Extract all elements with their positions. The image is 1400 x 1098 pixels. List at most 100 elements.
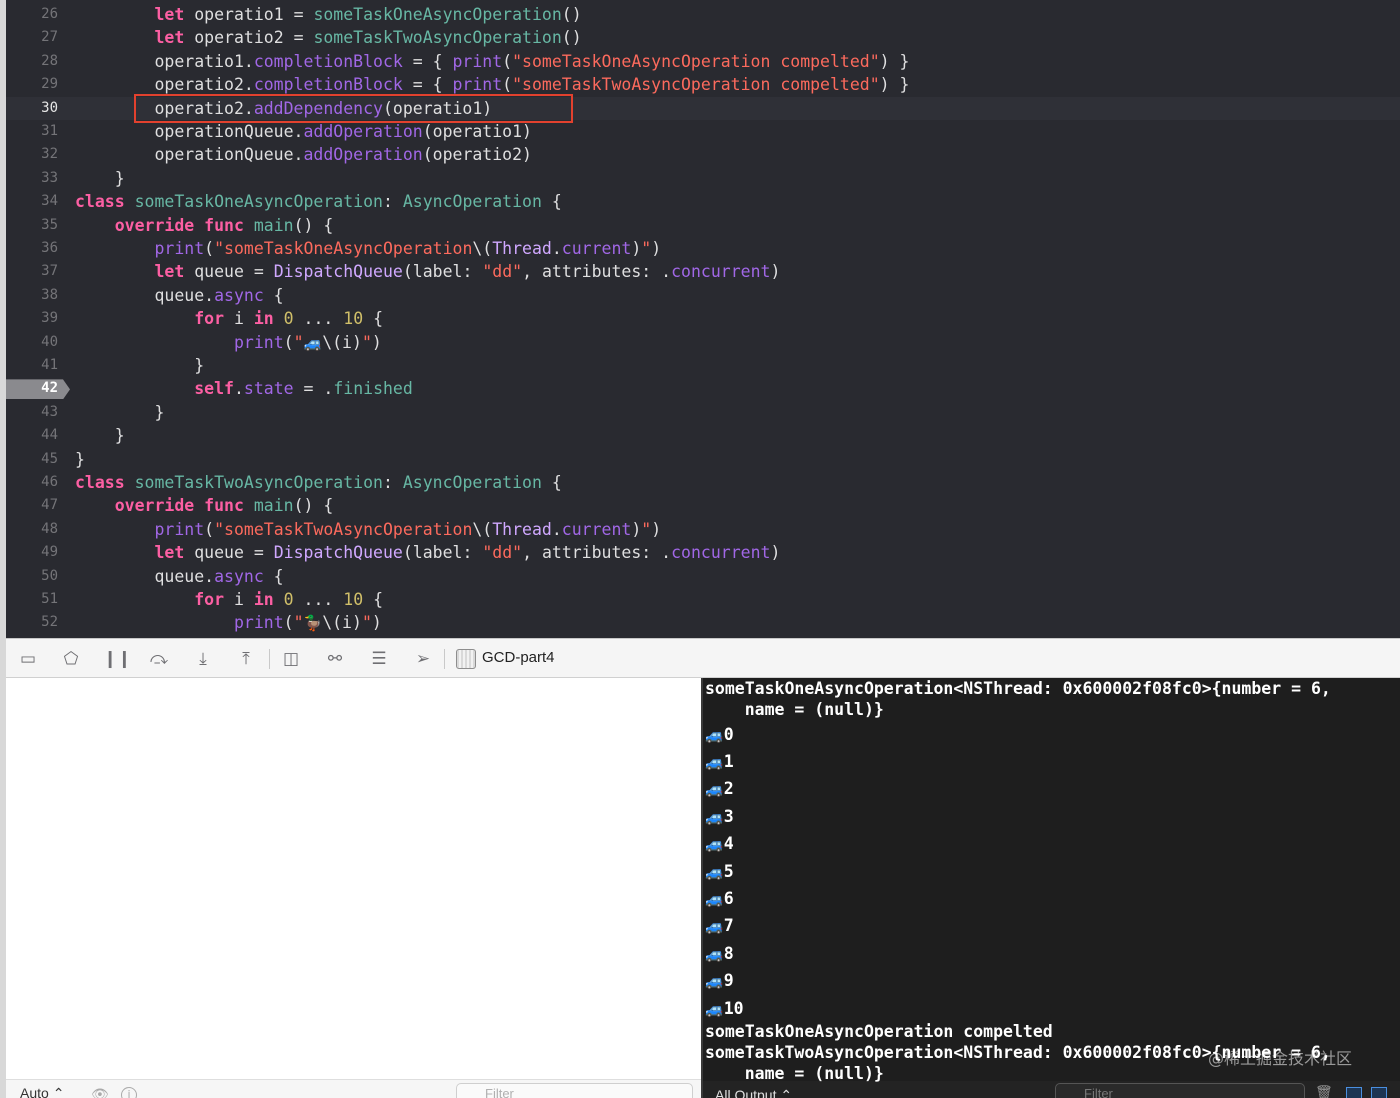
code-token: async <box>214 285 264 305</box>
emoji-glyph: 🦆 <box>303 614 323 633</box>
code-line[interactable]: 31 operationQueue.addOperation(operatio1… <box>6 120 1400 143</box>
code-token: print <box>452 51 503 71</box>
code-token: ) <box>631 239 642 258</box>
simulate-location-icon[interactable]: ➢ <box>411 647 435 671</box>
code-text: let queue = DispatchQueue(label: "dd", a… <box>75 541 780 564</box>
info-icon[interactable]: i <box>121 1087 137 1098</box>
code-line[interactable]: 39 for i in 0 ... 10 { <box>6 307 1400 330</box>
code-token: . <box>551 239 562 258</box>
code-line[interactable]: 35 override func main() { <box>6 214 1400 237</box>
split-right-icon[interactable] <box>1371 1087 1387 1098</box>
code-token: (label: <box>402 262 483 282</box>
code-token: addOperation <box>303 122 423 141</box>
code-token: operatio1. <box>75 51 254 71</box>
step-over-icon[interactable]: ⤼ <box>147 647 171 671</box>
code-line[interactable]: 44 } <box>6 424 1400 447</box>
step-into-icon[interactable]: ⤓ <box>191 647 215 671</box>
console-line: 🚙10 <box>705 999 744 1019</box>
code-token: } <box>75 449 85 469</box>
variables-view[interactable]: Auto ⌃ 👁 i Filter <box>6 678 701 1098</box>
code-line[interactable]: 37 let queue = DispatchQueue(label: "dd"… <box>6 260 1400 283</box>
code-token: () { <box>293 496 334 516</box>
pause-icon[interactable]: ❙❙ <box>103 647 132 671</box>
console-line: 🚙8 <box>705 944 734 964</box>
code-token: 10 <box>343 590 364 609</box>
code-token: ... <box>293 590 344 609</box>
split-left-icon[interactable] <box>1346 1087 1362 1098</box>
code-line[interactable]: 46 class someTaskTwoAsyncOperation: Async… <box>6 471 1400 494</box>
line-number: 36 <box>41 240 58 256</box>
code-line[interactable]: 42 self.state = .finished <box>6 377 1400 400</box>
loop-index: 6 <box>723 889 734 908</box>
code-token: ( <box>502 75 513 95</box>
code-line[interactable]: 29 operatio2.completionBlock = { print("… <box>6 73 1400 96</box>
code-token: someTaskTwoAsyncOperation <box>313 28 562 48</box>
code-text: queue.async { <box>75 565 283 588</box>
variables-filter-input[interactable]: Filter <box>456 1083 693 1098</box>
code-token: i <box>224 590 254 609</box>
code-line[interactable]: 30 operatio2.addDependency(operatio1) <box>6 96 1400 120</box>
code-token: { <box>263 285 284 305</box>
eye-icon[interactable]: 👁 <box>91 1087 109 1098</box>
code-token: " <box>641 239 652 258</box>
scope-selector[interactable]: Auto ⌃ <box>20 1085 64 1098</box>
loop-index: 1 <box>723 752 734 771</box>
line-number: 42 <box>41 380 58 397</box>
target-name[interactable]: GCD-part4 <box>482 649 555 666</box>
breakpoints-toggle-icon[interactable]: ⬠ <box>59 647 83 671</box>
code-line[interactable]: 48 print("someTaskTwoAsyncOperation\(Thr… <box>6 518 1400 541</box>
view-hierarchy-icon[interactable]: ◫ <box>279 647 303 671</box>
code-line[interactable]: 47 override func main() { <box>6 494 1400 517</box>
toolbar-separator <box>444 649 445 669</box>
console-output[interactable]: All Output ⌃ Filter 🗑 @稀土掘金技术社区 someTask… <box>703 678 1400 1098</box>
code-token: AsyncOperation <box>402 192 542 212</box>
code-line[interactable]: 51 for i in 0 ... 10 { <box>6 588 1400 611</box>
code-token: completionBlock <box>253 51 403 71</box>
trash-icon[interactable]: 🗑 <box>1315 1085 1333 1098</box>
memory-graph-icon[interactable]: ⚯ <box>323 647 347 671</box>
console-filter-input[interactable]: Filter <box>1055 1083 1305 1098</box>
code-token: } <box>75 168 125 188</box>
line-number: 28 <box>41 52 58 69</box>
code-token: = { <box>402 75 453 95</box>
environment-overrides-icon[interactable]: ☰ <box>367 647 391 671</box>
code-line[interactable]: 45} <box>6 448 1400 471</box>
line-number: 39 <box>41 310 58 327</box>
line-number: 26 <box>41 6 58 22</box>
code-line[interactable]: 28 operatio1.completionBlock = { print("… <box>6 50 1400 73</box>
output-selector[interactable]: All Output ⌃ <box>715 1087 792 1098</box>
code-line[interactable]: 41 } <box>6 354 1400 377</box>
code-token: : <box>382 192 403 212</box>
code-editor[interactable]: 26 let operatio1 = someTaskOneAsyncOpera… <box>0 0 1400 638</box>
code-line[interactable]: 38 queue.async { <box>6 284 1400 307</box>
code-line[interactable]: 32 operationQueue.addOperation(operatio2… <box>6 143 1400 166</box>
code-line[interactable]: 36 print("someTaskOneAsyncOperation\(Thr… <box>6 237 1400 260</box>
hide-debug-area-icon[interactable]: ▭ <box>16 647 40 671</box>
code-line[interactable]: 33 } <box>6 167 1400 190</box>
step-out-icon[interactable]: ⤒ <box>234 647 258 671</box>
code-line[interactable]: 34 class someTaskOneAsyncOperation: Async… <box>6 190 1400 213</box>
code-token: \( <box>472 239 493 258</box>
code-token: 10 <box>343 309 364 329</box>
code-line[interactable]: 40 print("🚙\(i)") <box>6 331 1400 354</box>
code-line[interactable]: 26 let operatio1 = someTaskOneAsyncOpera… <box>6 3 1400 26</box>
code-token: completionBlock <box>253 75 403 95</box>
code-line[interactable]: 50 queue.async { <box>6 565 1400 588</box>
code-line[interactable]: 52 print("🦆\(i)") <box>6 611 1400 634</box>
code-line[interactable]: 49 let queue = DispatchQueue(label: "dd"… <box>6 541 1400 564</box>
loop-index: 3 <box>723 807 734 826</box>
console-line: 🚙1 <box>705 752 734 772</box>
line-number: 27 <box>41 29 58 46</box>
code-text: } <box>75 354 204 377</box>
car-icon: 🚙 <box>705 808 724 826</box>
code-line[interactable]: 27 let operatio2 = someTaskTwoAsyncOpera… <box>6 26 1400 49</box>
code-token: queue. <box>75 285 215 305</box>
code-line[interactable]: 43 } <box>6 401 1400 424</box>
